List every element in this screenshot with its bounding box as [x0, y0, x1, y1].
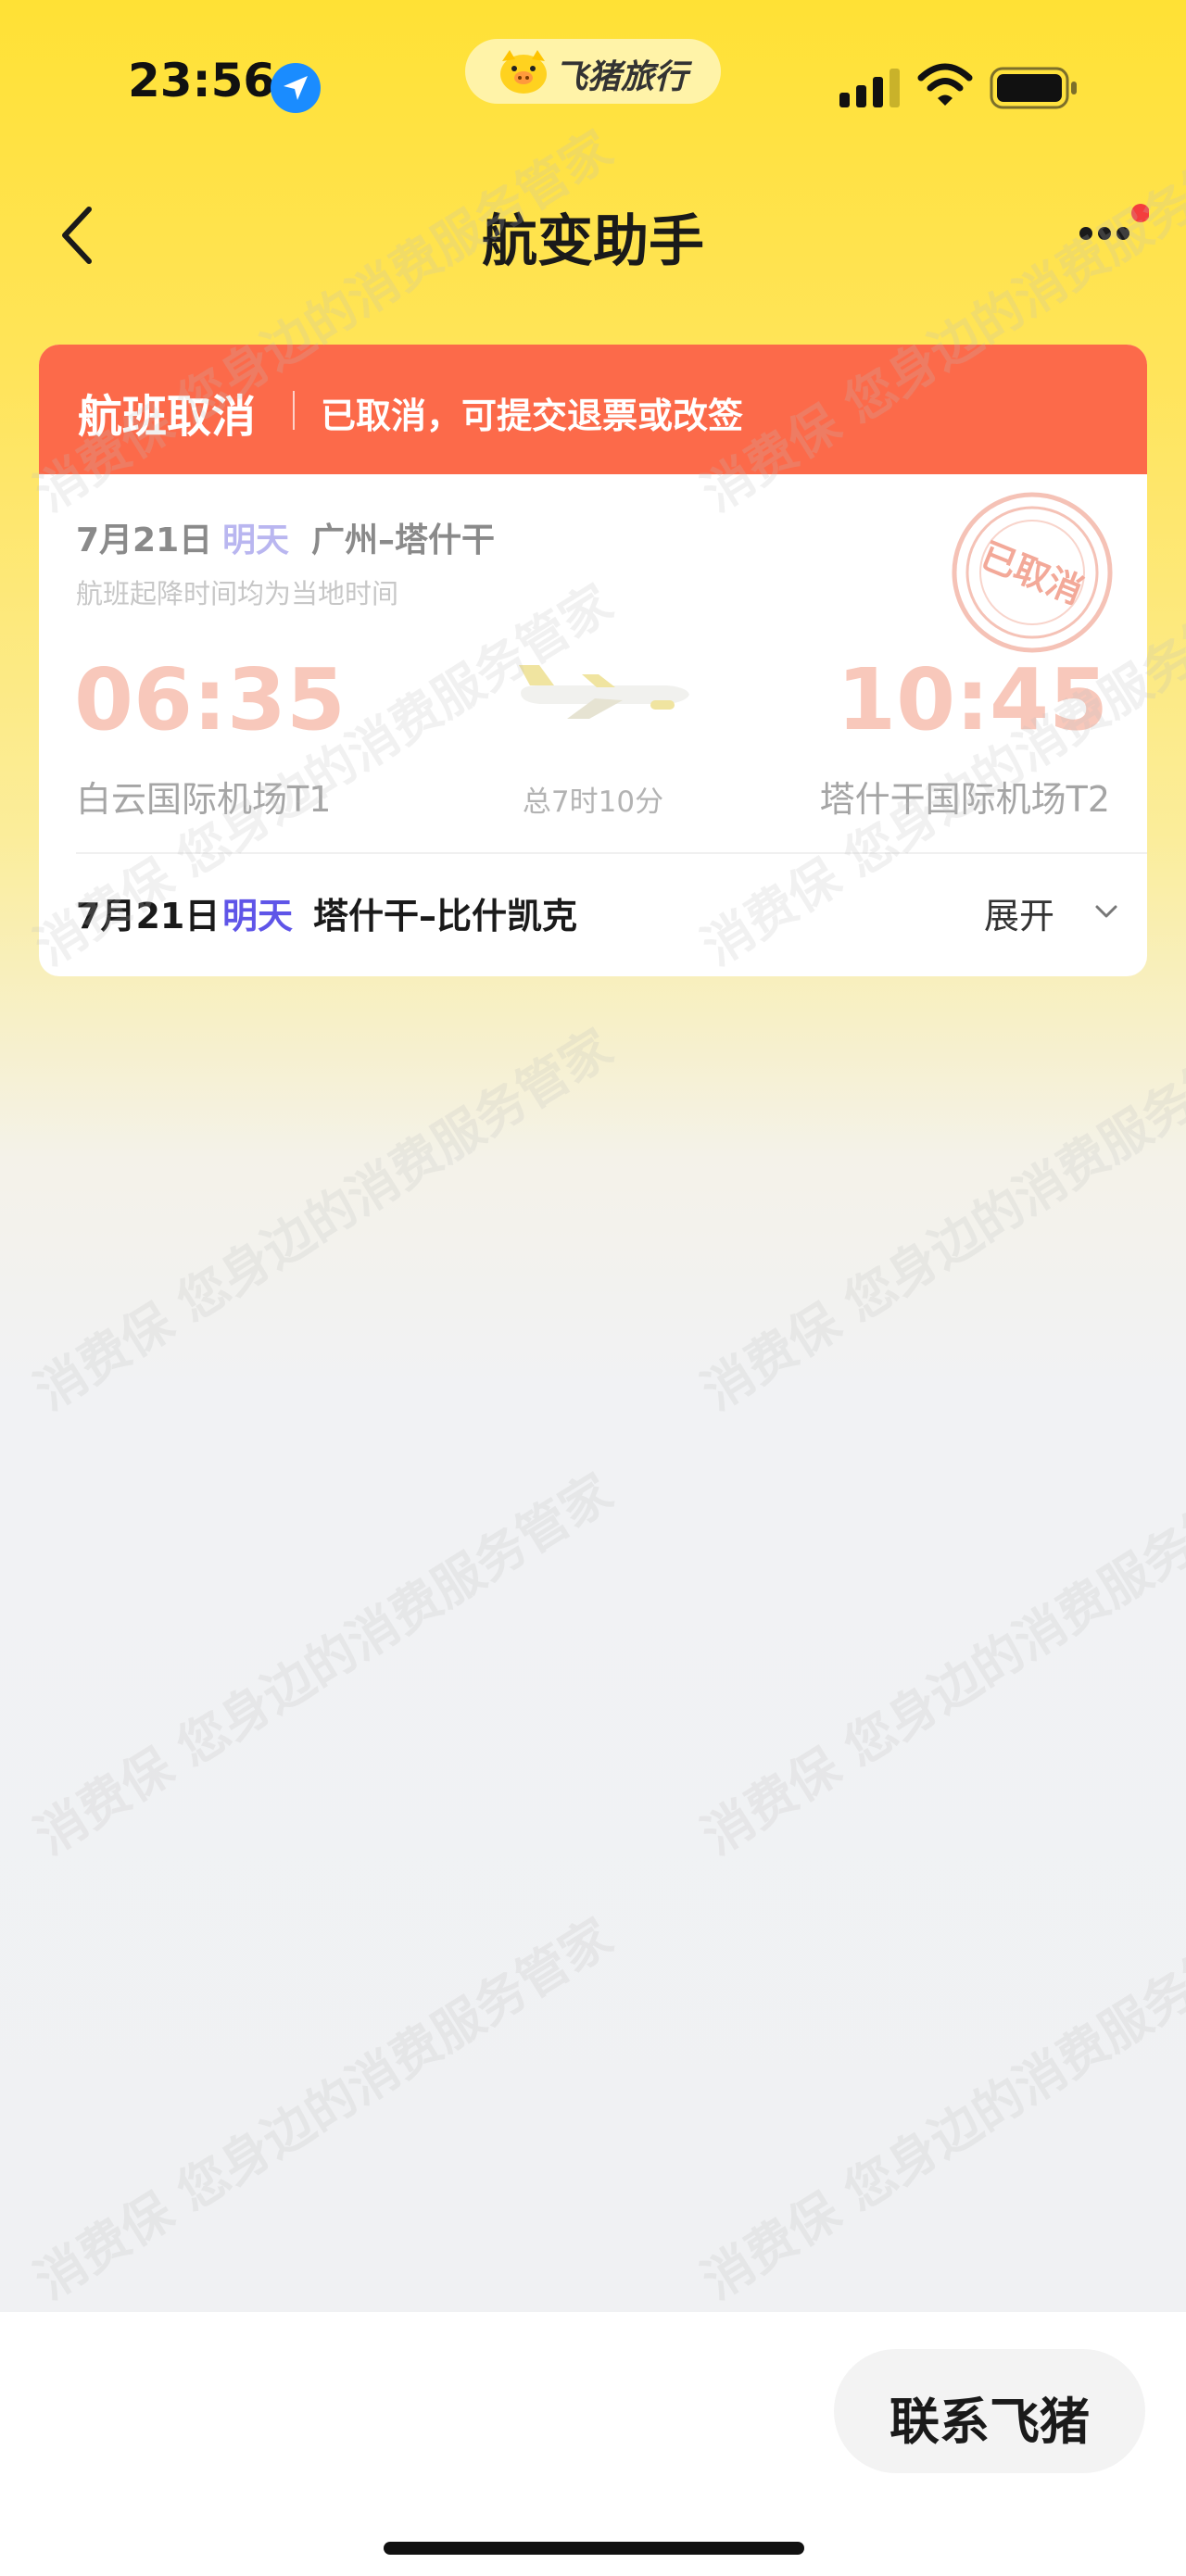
segment2-date: 7月21日	[76, 896, 221, 936]
battery-icon	[990, 67, 1077, 109]
notification-dot	[1131, 204, 1149, 222]
departure-time: 06:35	[74, 650, 346, 749]
segment2-day: 明天	[222, 896, 294, 936]
airplane-icon	[519, 665, 689, 719]
segment1-route: 广州–塔什干	[311, 521, 496, 559]
contact-fliggy-button[interactable]: 联系飞猪	[834, 2349, 1145, 2473]
signal-icon	[839, 69, 900, 107]
status-title: 航班取消	[78, 391, 257, 443]
flight-change-card: 航班取消 已取消，可提交退票或改签 7月21日 明天 广州–塔什干 航班起降时间…	[39, 345, 1147, 976]
status-description: 已取消，可提交退票或改签	[321, 396, 744, 436]
watermark: 消费保 您身边的消费服务管家	[691, 1018, 1186, 1422]
header-divider	[293, 391, 295, 430]
status-bar: 23:56 飞猪旅行	[0, 0, 1186, 176]
location-arrow-icon	[271, 63, 321, 113]
chevron-down-icon	[1095, 905, 1117, 918]
wifi-icon	[917, 63, 973, 106]
page-title: 航变助手	[482, 209, 704, 274]
segment2-route: 塔什干–比什凯克	[313, 896, 578, 936]
expand-label: 展开	[984, 896, 1055, 936]
watermark: 消费保 您身边的消费服务管家	[691, 1907, 1186, 2311]
footer-bar: 联系飞猪	[0, 2312, 1186, 2576]
watermark: 消费保 您身边的消费服务管家	[24, 1018, 623, 1422]
segment1-day: 明天	[222, 521, 290, 559]
expand-button[interactable]: 展开	[984, 886, 1123, 937]
home-indicator[interactable]	[384, 2542, 804, 2555]
status-time: 23:56	[128, 54, 276, 107]
arrival-time: 10:45	[837, 650, 1108, 749]
watermark: 消费保 您身边的消费服务管家	[691, 1463, 1186, 1866]
arrival-airport: 塔什干国际机场T2	[819, 779, 1110, 820]
local-time-note: 航班起降时间均为当地时间	[76, 578, 399, 609]
stamp-text: 已取消	[976, 534, 1089, 612]
cancelled-stamp: 已取消	[952, 492, 1113, 653]
contact-button-label: 联系飞猪	[890, 2394, 1090, 2450]
card-divider	[76, 852, 1147, 854]
card-status-header: 航班取消 已取消，可提交退票或改签	[39, 345, 1147, 474]
segment1-date: 7月21日	[76, 521, 213, 559]
watermark: 消费保 您身边的消费服务管家	[24, 1463, 623, 1866]
app-name: 飞猪旅行	[554, 58, 688, 96]
more-icon[interactable]	[1075, 202, 1149, 267]
pig-logo-icon	[500, 50, 547, 94]
watermark: 消费保 您身边的消费服务管家	[24, 1907, 623, 2311]
